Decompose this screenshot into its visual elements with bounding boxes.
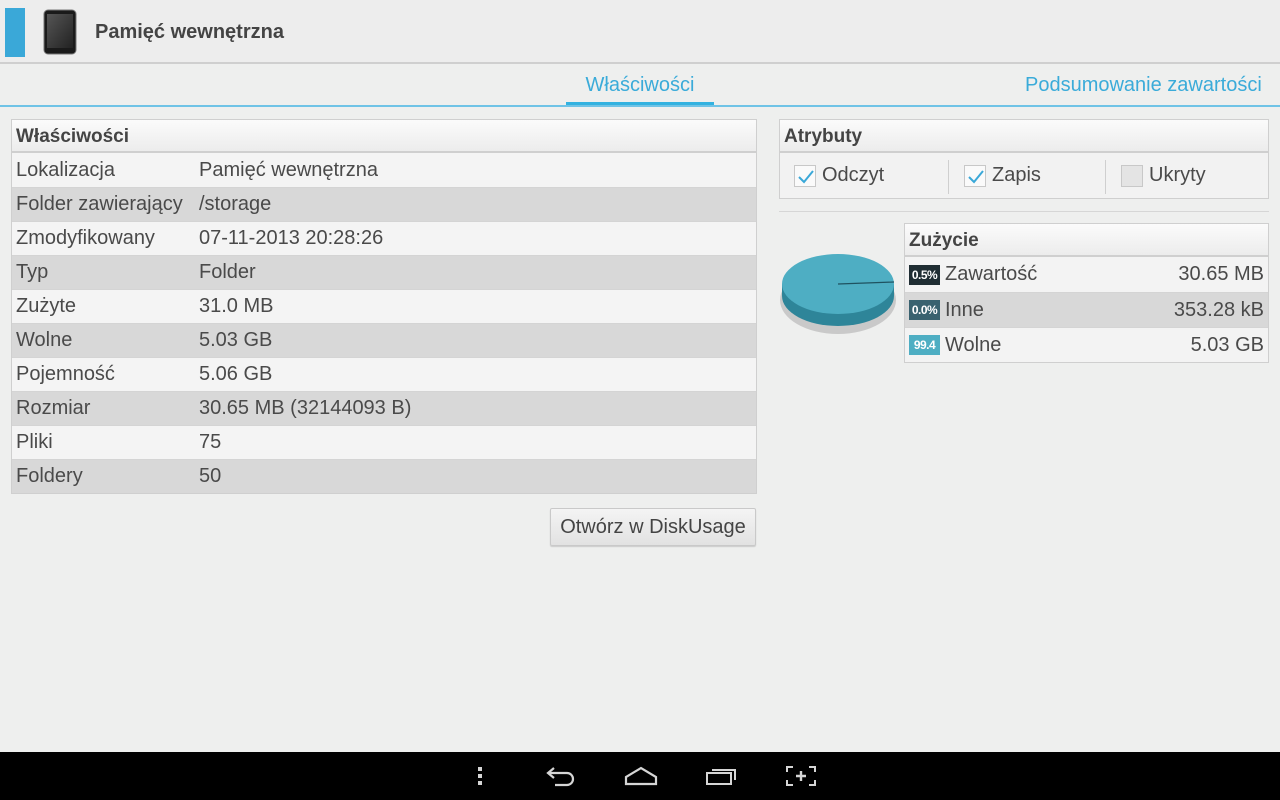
tab-properties-label: Właściwości [585, 74, 695, 96]
property-key: Pliki [16, 431, 53, 453]
screenshot-button[interactable] [777, 760, 825, 792]
menu-icon [478, 767, 482, 785]
back-icon [546, 767, 575, 787]
percent-badge: 0.0% [909, 300, 940, 320]
usage-name: Zawartość [945, 263, 1038, 285]
property-value: 50 [199, 465, 222, 487]
tab-content-summary-label: Podsumowanie zawartości [1025, 74, 1262, 96]
hidden-checkbox[interactable] [1121, 164, 1143, 187]
property-value: 31.0 MB [199, 295, 274, 317]
check-icon [798, 169, 814, 183]
screenshot-icon [786, 766, 816, 786]
property-key: Folder zawierający [16, 193, 183, 215]
table-row: Foldery 50 [12, 459, 756, 493]
attribute-write-label: Zapis [992, 164, 1041, 186]
usage-pie-chart [780, 254, 896, 334]
property-value: Pamięć wewnętrzna [199, 158, 378, 181]
attribute-divider [948, 160, 949, 194]
section-divider [779, 211, 1269, 212]
write-checkbox[interactable] [964, 164, 986, 187]
property-key: Foldery [16, 465, 83, 487]
home-button[interactable] [617, 760, 665, 792]
table-row: Wolne 5.03 GB [12, 323, 756, 357]
attribute-divider [1105, 160, 1106, 194]
home-icon [624, 766, 658, 786]
accent-marker [5, 8, 25, 57]
open-in-diskusage-button[interactable]: Otwórz w DiskUsage [550, 508, 756, 546]
property-key: Typ [16, 261, 49, 283]
percent-badge: 99.4 [909, 335, 940, 355]
property-key: Pojemność [16, 363, 115, 385]
tab-properties[interactable]: Właściwości [566, 74, 714, 105]
table-row: Zmodyfikowany 07-11-2013 20:28:26 [12, 221, 756, 255]
recent-apps-icon [706, 769, 736, 785]
attribute-write[interactable]: Zapis [964, 153, 1041, 198]
system-nav-bar [0, 752, 1280, 800]
page-title: Pamięć wewnętrzna [95, 21, 284, 43]
usage-table: 0.5% Zawartość 30.65 MB 0.0% Inne 353.28 kB 99… [905, 257, 1268, 362]
properties-panel: Właściwości Lokalizacja Pamięć wewnętrzna… [11, 119, 757, 494]
attribute-hidden-label: Ukryty [1149, 164, 1206, 186]
tab-active-indicator [566, 102, 714, 105]
property-key: Zużyte [16, 295, 77, 317]
property-value: 5.06 GB [199, 363, 273, 385]
tablet-icon [43, 9, 77, 55]
read-checkbox[interactable] [794, 164, 816, 187]
property-key: Wolne [16, 329, 73, 351]
check-icon [968, 169, 984, 183]
attributes-panel: Atrybuty Odczyt Zapis Ukryty [779, 119, 1269, 199]
table-row: Typ Folder [12, 255, 756, 289]
table-row: Lokalizacja Pamięć wewnętrzna [12, 153, 756, 187]
property-value: Folder [199, 261, 256, 283]
usage-row: 0.5% Zawartość 30.65 MB [905, 257, 1268, 292]
table-row: Folder zawierający/storage [12, 187, 756, 221]
attributes-header: Atrybuty [780, 120, 1268, 153]
property-key: Lokalizacja [16, 158, 115, 181]
table-row: Pliki 75 [12, 425, 756, 459]
usage-panel: Zużycie 0.5% Zawartość 30.65 MB 0.0% Inne 353… [904, 223, 1269, 363]
property-key: Rozmiar [16, 397, 91, 419]
property-value: /storage [199, 193, 272, 215]
table-row: Pojemność 5.06 GB [12, 357, 756, 391]
attribute-read[interactable]: Odczyt [794, 153, 884, 198]
tab-bar: Właściwości Podsumowanie zawartości [0, 66, 1280, 107]
attribute-hidden[interactable]: Ukryty [1121, 153, 1206, 198]
attribute-read-label: Odczyt [822, 164, 885, 186]
properties-header: Właściwości [12, 120, 756, 153]
usage-name: Wolne [945, 333, 1002, 356]
property-value: 30.65 MB (32144093 B) [199, 397, 412, 419]
property-value: 07-11-2013 20:28:26 [199, 227, 384, 249]
action-bar: Pamięć wewnętrzna [0, 0, 1280, 64]
usage-name: Inne [945, 298, 984, 321]
usage-row: 99.4 Wolne 5.03 GB [905, 327, 1268, 362]
table-row: Zużyte 31.0 MB [12, 289, 756, 323]
property-value: 5.03 GB [199, 329, 273, 351]
usage-header: Zużycie [905, 224, 1268, 257]
usage-size: 30.65 MB [1178, 263, 1264, 285]
usage-size: 5.03 GB [1190, 333, 1264, 356]
usage-row: 0.0% Inne 353.28 kB [905, 292, 1268, 327]
property-key: Zmodyfikowany [16, 227, 155, 249]
attributes-row: Odczyt Zapis Ukryty [780, 153, 1268, 198]
table-row: Rozmiar 30.65 MB (32144093 B) [12, 391, 756, 425]
usage-size: 353.28 kB [1173, 298, 1264, 321]
properties-table: Lokalizacja Pamięć wewnętrzna Folder zawie… [12, 153, 756, 493]
tab-content-summary[interactable]: Podsumowanie zawartości [1025, 74, 1262, 97]
recent-apps-button[interactable] [697, 760, 745, 792]
property-value: 75 [199, 431, 222, 453]
back-button[interactable] [537, 760, 585, 792]
percent-badge: 0.5% [909, 264, 940, 285]
menu-button[interactable] [456, 760, 504, 792]
